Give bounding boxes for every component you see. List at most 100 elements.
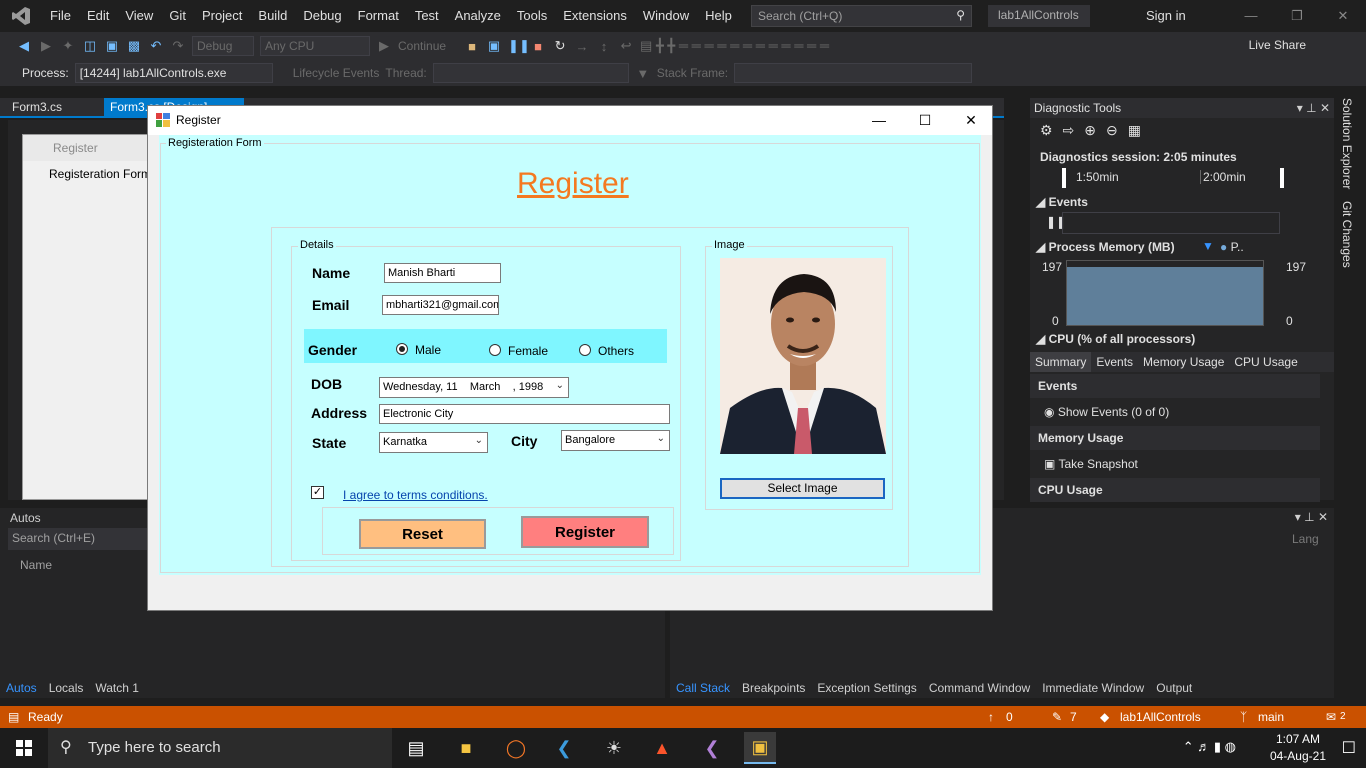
terms-checkbox[interactable]: ✓	[311, 486, 324, 499]
solution-explorer-tab[interactable]: Solution Explorer	[1340, 98, 1354, 189]
menu-format[interactable]: Format	[350, 0, 407, 32]
tab-watch1[interactable]: Watch 1	[89, 678, 145, 698]
brave-browser-icon[interactable]: ▲	[646, 732, 678, 764]
tab-command-window[interactable]: Command Window	[923, 678, 1036, 698]
platform-combo[interactable]: Any CPU	[260, 36, 370, 56]
diag-timeline[interactable]: 1:50min 2:00min	[1062, 168, 1284, 188]
continue-button[interactable]: Continue	[398, 39, 446, 53]
taskbar-clock[interactable]: 1:07 AM 04-Aug-21	[1270, 731, 1326, 765]
memory-chart[interactable]	[1066, 260, 1264, 326]
address-input[interactable]: Electronic City	[379, 404, 670, 424]
diag-toolbar-icons[interactable]: ⚙⇨⊕⊖▦	[1040, 122, 1151, 139]
select-image-button[interactable]: Select Image	[720, 478, 885, 499]
restore-icon[interactable]: ❐	[1274, 0, 1320, 32]
diag-tab-cpu[interactable]: CPU Usage	[1229, 352, 1302, 372]
radio-male[interactable]	[396, 343, 408, 355]
panel-pin-close-icons[interactable]: ▾ ⊥ ✕	[1297, 98, 1330, 118]
dob-datepicker[interactable]: Wednesday, 11 March , 1998 ⌄	[379, 377, 569, 398]
pause-icon[interactable]: ❚❚	[508, 38, 530, 54]
open-folder-icon[interactable]: ◫	[82, 38, 98, 54]
menu-project[interactable]: Project	[194, 0, 250, 32]
layout-align-icons[interactable]: ▤ ╋ ╋ ═ ═ ═ ═ ═ ═ ═ ═ ═ ═ ═ ═	[640, 38, 1020, 54]
jupyter-icon[interactable]: ◯	[500, 732, 532, 764]
thread-combo[interactable]	[432, 63, 629, 83]
take-snapshot-button[interactable]: ▣ Take Snapshot	[1030, 452, 1320, 476]
menu-file[interactable]: File	[42, 0, 79, 32]
tab-immediate-window[interactable]: Immediate Window	[1036, 678, 1150, 698]
process-combo[interactable]: [14244] lab1AllControls.exe	[74, 63, 273, 83]
tab-autos[interactable]: Autos	[0, 678, 43, 698]
menu-help[interactable]: Help	[697, 0, 740, 32]
menu-extensions[interactable]: Extensions	[555, 0, 635, 32]
close-icon[interactable]: ✕	[1320, 0, 1366, 32]
register-titlebar[interactable]: Register — ☐ ✕	[148, 106, 992, 135]
menu-edit[interactable]: Edit	[79, 0, 117, 32]
undo-icon[interactable]: ↶	[148, 38, 164, 54]
restart-icon[interactable]: ↻	[552, 38, 568, 54]
status-branch[interactable]: main	[1258, 706, 1284, 728]
menu-build[interactable]: Build	[250, 0, 295, 32]
status-project[interactable]: lab1AllControls	[1120, 706, 1201, 728]
stop-icon[interactable]: ■	[530, 39, 546, 54]
show-events-link[interactable]: ◉ Show Events (0 of 0)	[1030, 400, 1320, 424]
register-app-icon[interactable]: ▣	[744, 732, 776, 764]
redo-icon[interactable]: ↷	[170, 38, 186, 54]
diag-tab-memory[interactable]: Memory Usage	[1138, 352, 1229, 372]
browse-icon[interactable]: ■	[464, 39, 480, 54]
menu-tools[interactable]: Tools	[509, 0, 555, 32]
lifecycle-events-button[interactable]: Lifecycle Events	[293, 66, 380, 80]
step-over-icon[interactable]: →	[574, 39, 590, 54]
tab-form3-cs[interactable]: Form3.cs	[6, 98, 68, 116]
new-item-icon[interactable]: ✦	[60, 38, 76, 54]
menu-test[interactable]: Test	[407, 0, 447, 32]
state-combo[interactable]: Karnatka ⌄	[379, 432, 488, 453]
radio-female-label[interactable]: Female	[508, 344, 548, 358]
menu-window[interactable]: Window	[635, 0, 697, 32]
reset-button[interactable]: Reset	[359, 519, 486, 549]
menu-git[interactable]: Git	[161, 0, 194, 32]
terms-link[interactable]: I agree to terms conditions.	[343, 488, 488, 502]
continue-icon[interactable]: ▶	[376, 38, 392, 54]
file-explorer-icon[interactable]: ■	[450, 732, 482, 764]
email-input[interactable]: mbharti321@gmail.com	[382, 295, 499, 315]
visual-studio-icon[interactable]: ❮	[696, 732, 728, 764]
maximize-icon[interactable]: ☐	[902, 106, 948, 135]
changes-count[interactable]: 7	[1070, 706, 1077, 728]
app-icon[interactable]: ☀	[598, 732, 630, 764]
step-out-icon[interactable]: ↩	[618, 38, 634, 54]
pencil-icon[interactable]: ✎	[1052, 706, 1062, 728]
taskbar-search-input[interactable]: ⚲ Type here to search	[48, 728, 392, 768]
process-memory-header[interactable]: ◢ Process Memory (MB)	[1036, 240, 1175, 254]
menu-analyze[interactable]: Analyze	[447, 0, 509, 32]
name-input[interactable]: Manish Bharti	[384, 263, 501, 283]
push-count[interactable]: 0	[1006, 706, 1013, 728]
vs-search-input[interactable]: Search (Ctrl+Q) ⚲	[751, 5, 972, 27]
step-into-icon[interactable]: ↕	[596, 39, 612, 54]
city-combo[interactable]: Bangalore ⌄	[561, 430, 670, 451]
save-icon[interactable]: ▣	[104, 38, 120, 54]
notification-icon[interactable]: ✉	[1326, 706, 1336, 728]
system-tray-icons[interactable]: ⌃ ♬ ▮ ◍	[1183, 739, 1236, 755]
tab-output[interactable]: Output	[1150, 678, 1198, 698]
git-changes-tab[interactable]: Git Changes	[1340, 201, 1354, 268]
register-button[interactable]: Register	[521, 516, 649, 548]
radio-others-label[interactable]: Others	[598, 344, 634, 358]
cpu-header[interactable]: ◢ CPU (% of all processors)	[1036, 332, 1195, 346]
panel-pin-close-icons-bottom[interactable]: ▾ ⊥ ✕	[1295, 510, 1328, 524]
diag-tab-summary[interactable]: Summary	[1030, 352, 1092, 372]
hot-reload-icon[interactable]: ▣	[486, 38, 502, 54]
minimize-icon[interactable]: —	[1228, 0, 1274, 32]
up-arrow-icon[interactable]: ↑	[988, 706, 994, 728]
menu-view[interactable]: View	[117, 0, 161, 32]
action-center-icon[interactable]: ☐	[1342, 738, 1356, 758]
branch-icon[interactable]: ᛉ	[1240, 706, 1247, 728]
tab-locals[interactable]: Locals	[43, 678, 90, 698]
minimize-icon[interactable]: —	[856, 106, 902, 135]
tab-breakpoints[interactable]: Breakpoints	[736, 678, 811, 698]
filter-icon[interactable]: ▼	[635, 66, 651, 81]
diag-events-header[interactable]: ◢ Events	[1036, 195, 1088, 209]
radio-male-label[interactable]: Male	[415, 343, 441, 357]
vscode-icon[interactable]: ❮	[548, 732, 580, 764]
sign-in-link[interactable]: Sign in	[1146, 8, 1186, 23]
windows-start-icon[interactable]	[0, 728, 48, 768]
